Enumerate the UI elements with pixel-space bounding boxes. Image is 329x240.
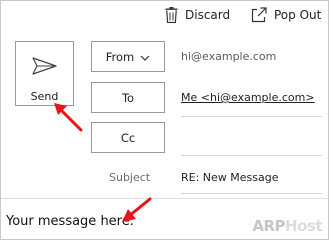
from-value[interactable]: hi@example.com	[181, 50, 276, 63]
annotation-arrow-body	[122, 197, 152, 222]
annotation-arrow-send	[54, 103, 83, 132]
to-recipient[interactable]: Me <hi@example.com>	[181, 91, 315, 104]
cc-button[interactable]: Cc	[91, 122, 165, 153]
popout-button[interactable]: Pop Out	[251, 5, 321, 25]
popout-icon	[251, 7, 267, 23]
trash-icon	[165, 7, 178, 23]
subject-input[interactable]: RE: New Message	[181, 171, 279, 184]
to-field-underline	[181, 116, 322, 117]
compose-pane: Discard Pop Out Send From hi@example.com…	[0, 0, 329, 240]
from-button[interactable]: From	[91, 41, 165, 72]
subject-field-underline	[181, 193, 322, 194]
send-paper-plane-icon	[32, 57, 58, 79]
discard-label: Discard	[185, 8, 231, 22]
header-body-divider	[1, 198, 328, 199]
message-body[interactable]: Your message here.	[6, 214, 134, 229]
cc-field-underline	[181, 155, 322, 156]
subject-label: Subject	[109, 171, 151, 184]
arphost-watermark: ARPHost	[252, 217, 322, 235]
cc-label: Cc	[120, 130, 136, 145]
from-label: From	[105, 49, 135, 64]
popout-label: Pop Out	[274, 8, 322, 22]
chevron-down-icon	[140, 50, 150, 64]
discard-button[interactable]: Discard	[165, 5, 230, 25]
send-button[interactable]: Send	[15, 41, 74, 106]
to-label: To	[121, 90, 135, 105]
to-button[interactable]: To	[91, 82, 165, 113]
